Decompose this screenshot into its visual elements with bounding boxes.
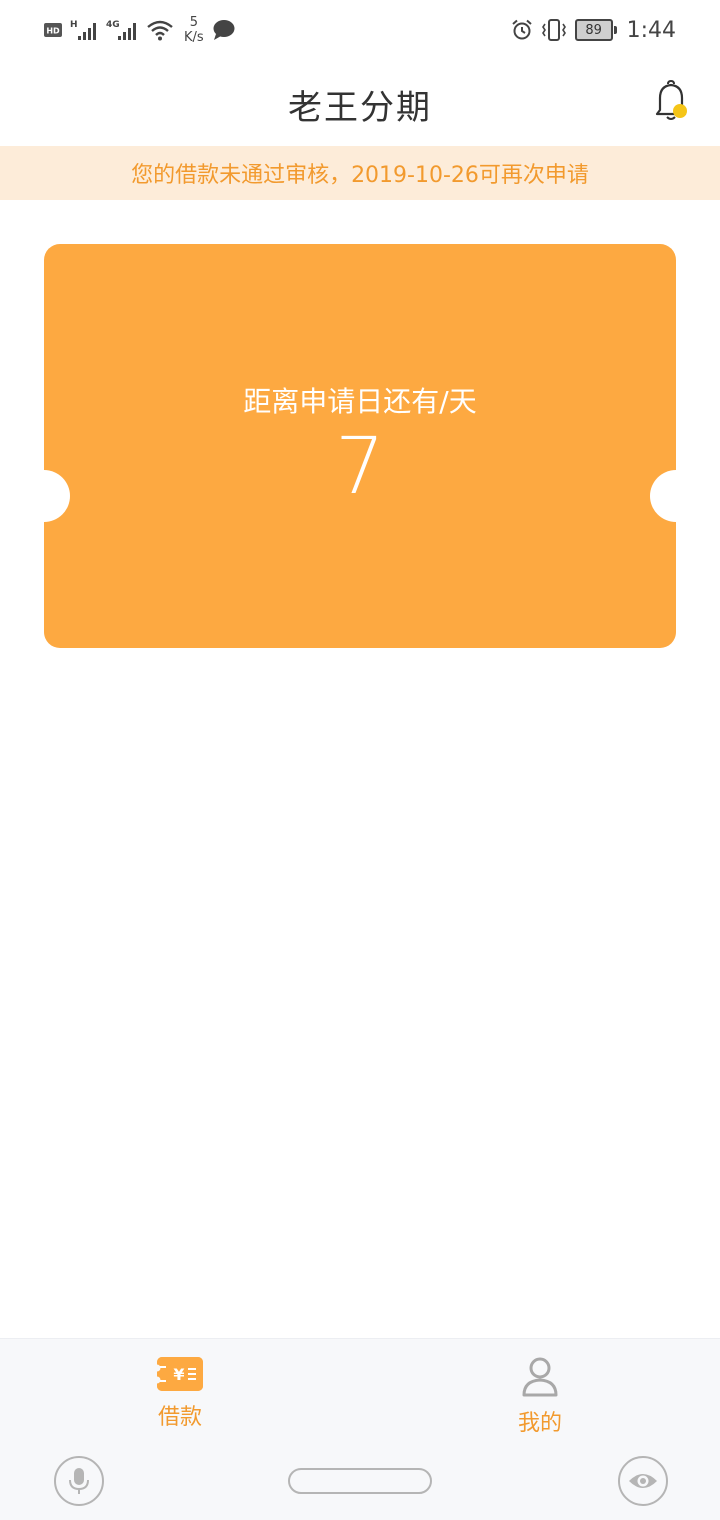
status-right: 89 1:44: [511, 10, 676, 50]
home-pill-button[interactable]: [288, 1468, 432, 1494]
countdown-ticket-card: 距离申请日还有/天 7: [44, 244, 676, 648]
signal-4g-icon: 4G: [106, 20, 136, 40]
network-speed: 5 K/s: [184, 15, 204, 45]
microphone-icon: [69, 1468, 89, 1494]
notice-text: 您的借款未通过审核，2019-10-26可再次申请: [131, 163, 589, 188]
nav-item-loan[interactable]: ¥ 借款: [0, 1339, 360, 1441]
message-icon: [213, 20, 235, 40]
system-navigation-bar: [0, 1440, 720, 1520]
nav-label-loan: 借款: [157, 1405, 202, 1430]
countdown-days: 7: [335, 422, 385, 512]
app-screen: HD H 4G 5 K/s 89 1:44 老王分期 您的借款未通过审核，201…: [0, 0, 720, 1520]
alarm-icon: [511, 19, 532, 40]
clock: 1:44: [626, 17, 676, 43]
nav-label-mine: 我的: [517, 1411, 562, 1436]
page-title: 老王分期: [288, 88, 432, 128]
hd-icon: HD: [44, 23, 62, 37]
signal-h-icon: H: [70, 20, 96, 40]
title-bar: 老王分期: [0, 58, 720, 146]
svg-text:H: H: [70, 20, 78, 30]
eye-comfort-button[interactable]: [618, 1456, 668, 1506]
svg-text:HD: HD: [46, 27, 60, 36]
countdown-label: 距离申请日还有/天: [243, 385, 477, 418]
speed-unit: K/s: [184, 30, 204, 45]
user-icon: [522, 1357, 558, 1397]
bell-icon: [655, 79, 687, 120]
speed-value: 5: [189, 15, 198, 30]
loan-icon: ¥: [157, 1357, 203, 1391]
vibrate-icon: [541, 19, 566, 41]
wifi-icon: [147, 20, 173, 41]
eye-icon: [629, 1474, 657, 1488]
battery-level: 89: [585, 22, 602, 38]
review-notice-banner: 您的借款未通过审核，2019-10-26可再次申请: [0, 146, 720, 200]
status-left: HD H 4G 5 K/s: [44, 10, 236, 50]
battery-indicator: 89: [574, 19, 617, 41]
bottom-navigation: ¥ 借款 我的: [0, 1338, 720, 1441]
svg-text:¥: ¥: [173, 1365, 184, 1384]
nav-item-mine[interactable]: 我的: [360, 1339, 720, 1441]
svg-text:4G: 4G: [106, 20, 120, 30]
status-bar: HD H 4G 5 K/s 89 1:44: [0, 0, 720, 58]
notification-button[interactable]: [652, 79, 692, 124]
voice-button[interactable]: [54, 1456, 104, 1506]
